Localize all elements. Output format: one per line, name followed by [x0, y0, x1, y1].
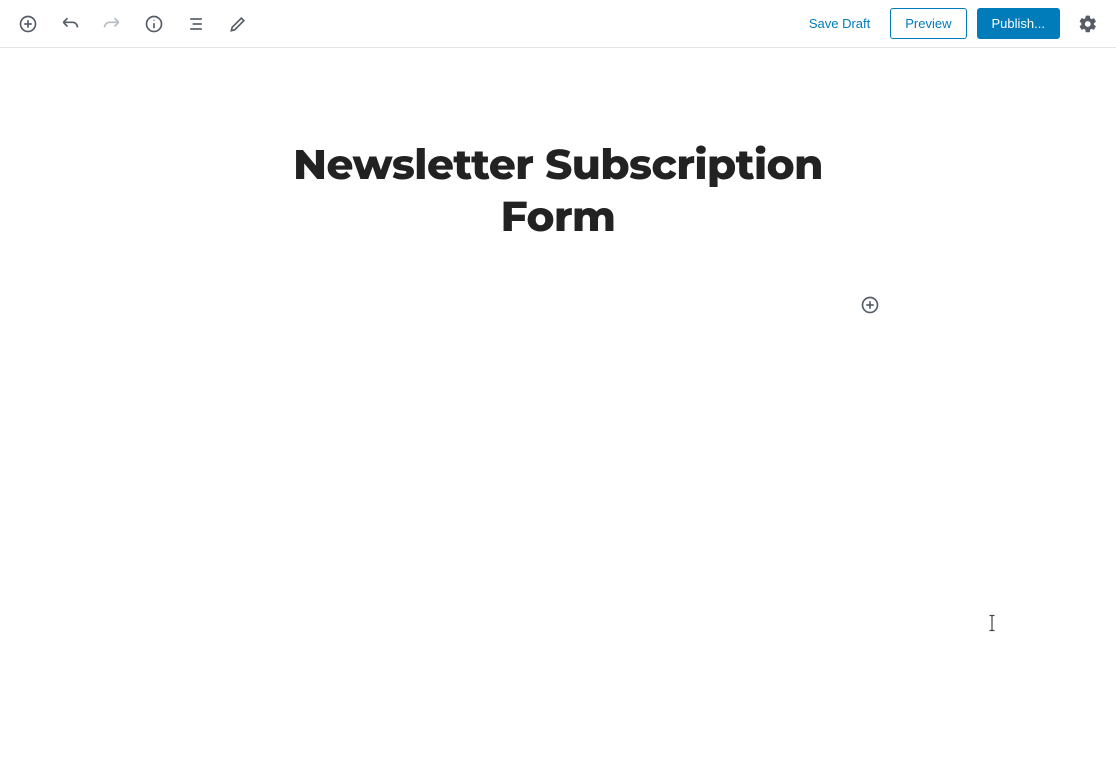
toolbar-right-group: Save Draft Preview Publish... [799, 6, 1106, 42]
publish-button[interactable]: Publish... [977, 8, 1060, 39]
content-structure-icon [186, 14, 206, 34]
pencil-icon [228, 14, 248, 34]
preview-button[interactable]: Preview [890, 8, 966, 39]
info-icon [144, 14, 164, 34]
text-caret-indicator [988, 614, 990, 632]
redo-icon [102, 14, 122, 34]
inline-add-block-button[interactable] [858, 293, 882, 317]
save-draft-button[interactable]: Save Draft [799, 8, 880, 39]
editor-top-toolbar: Save Draft Preview Publish... [0, 0, 1116, 48]
gear-icon [1078, 14, 1098, 34]
settings-button[interactable] [1070, 6, 1106, 42]
undo-icon [60, 14, 80, 34]
redo-button[interactable] [94, 6, 130, 42]
edit-mode-button[interactable] [220, 6, 256, 42]
add-block-button[interactable] [10, 6, 46, 42]
plus-circle-icon [860, 295, 880, 315]
plus-circle-icon [18, 14, 38, 34]
block-navigation-button[interactable] [178, 6, 214, 42]
content-info-button[interactable] [136, 6, 172, 42]
post-title-input[interactable]: Newsletter Subscription Form [238, 138, 878, 242]
undo-button[interactable] [52, 6, 88, 42]
toolbar-left-group [10, 6, 256, 42]
editor-canvas[interactable]: Newsletter Subscription Form [0, 48, 1116, 242]
